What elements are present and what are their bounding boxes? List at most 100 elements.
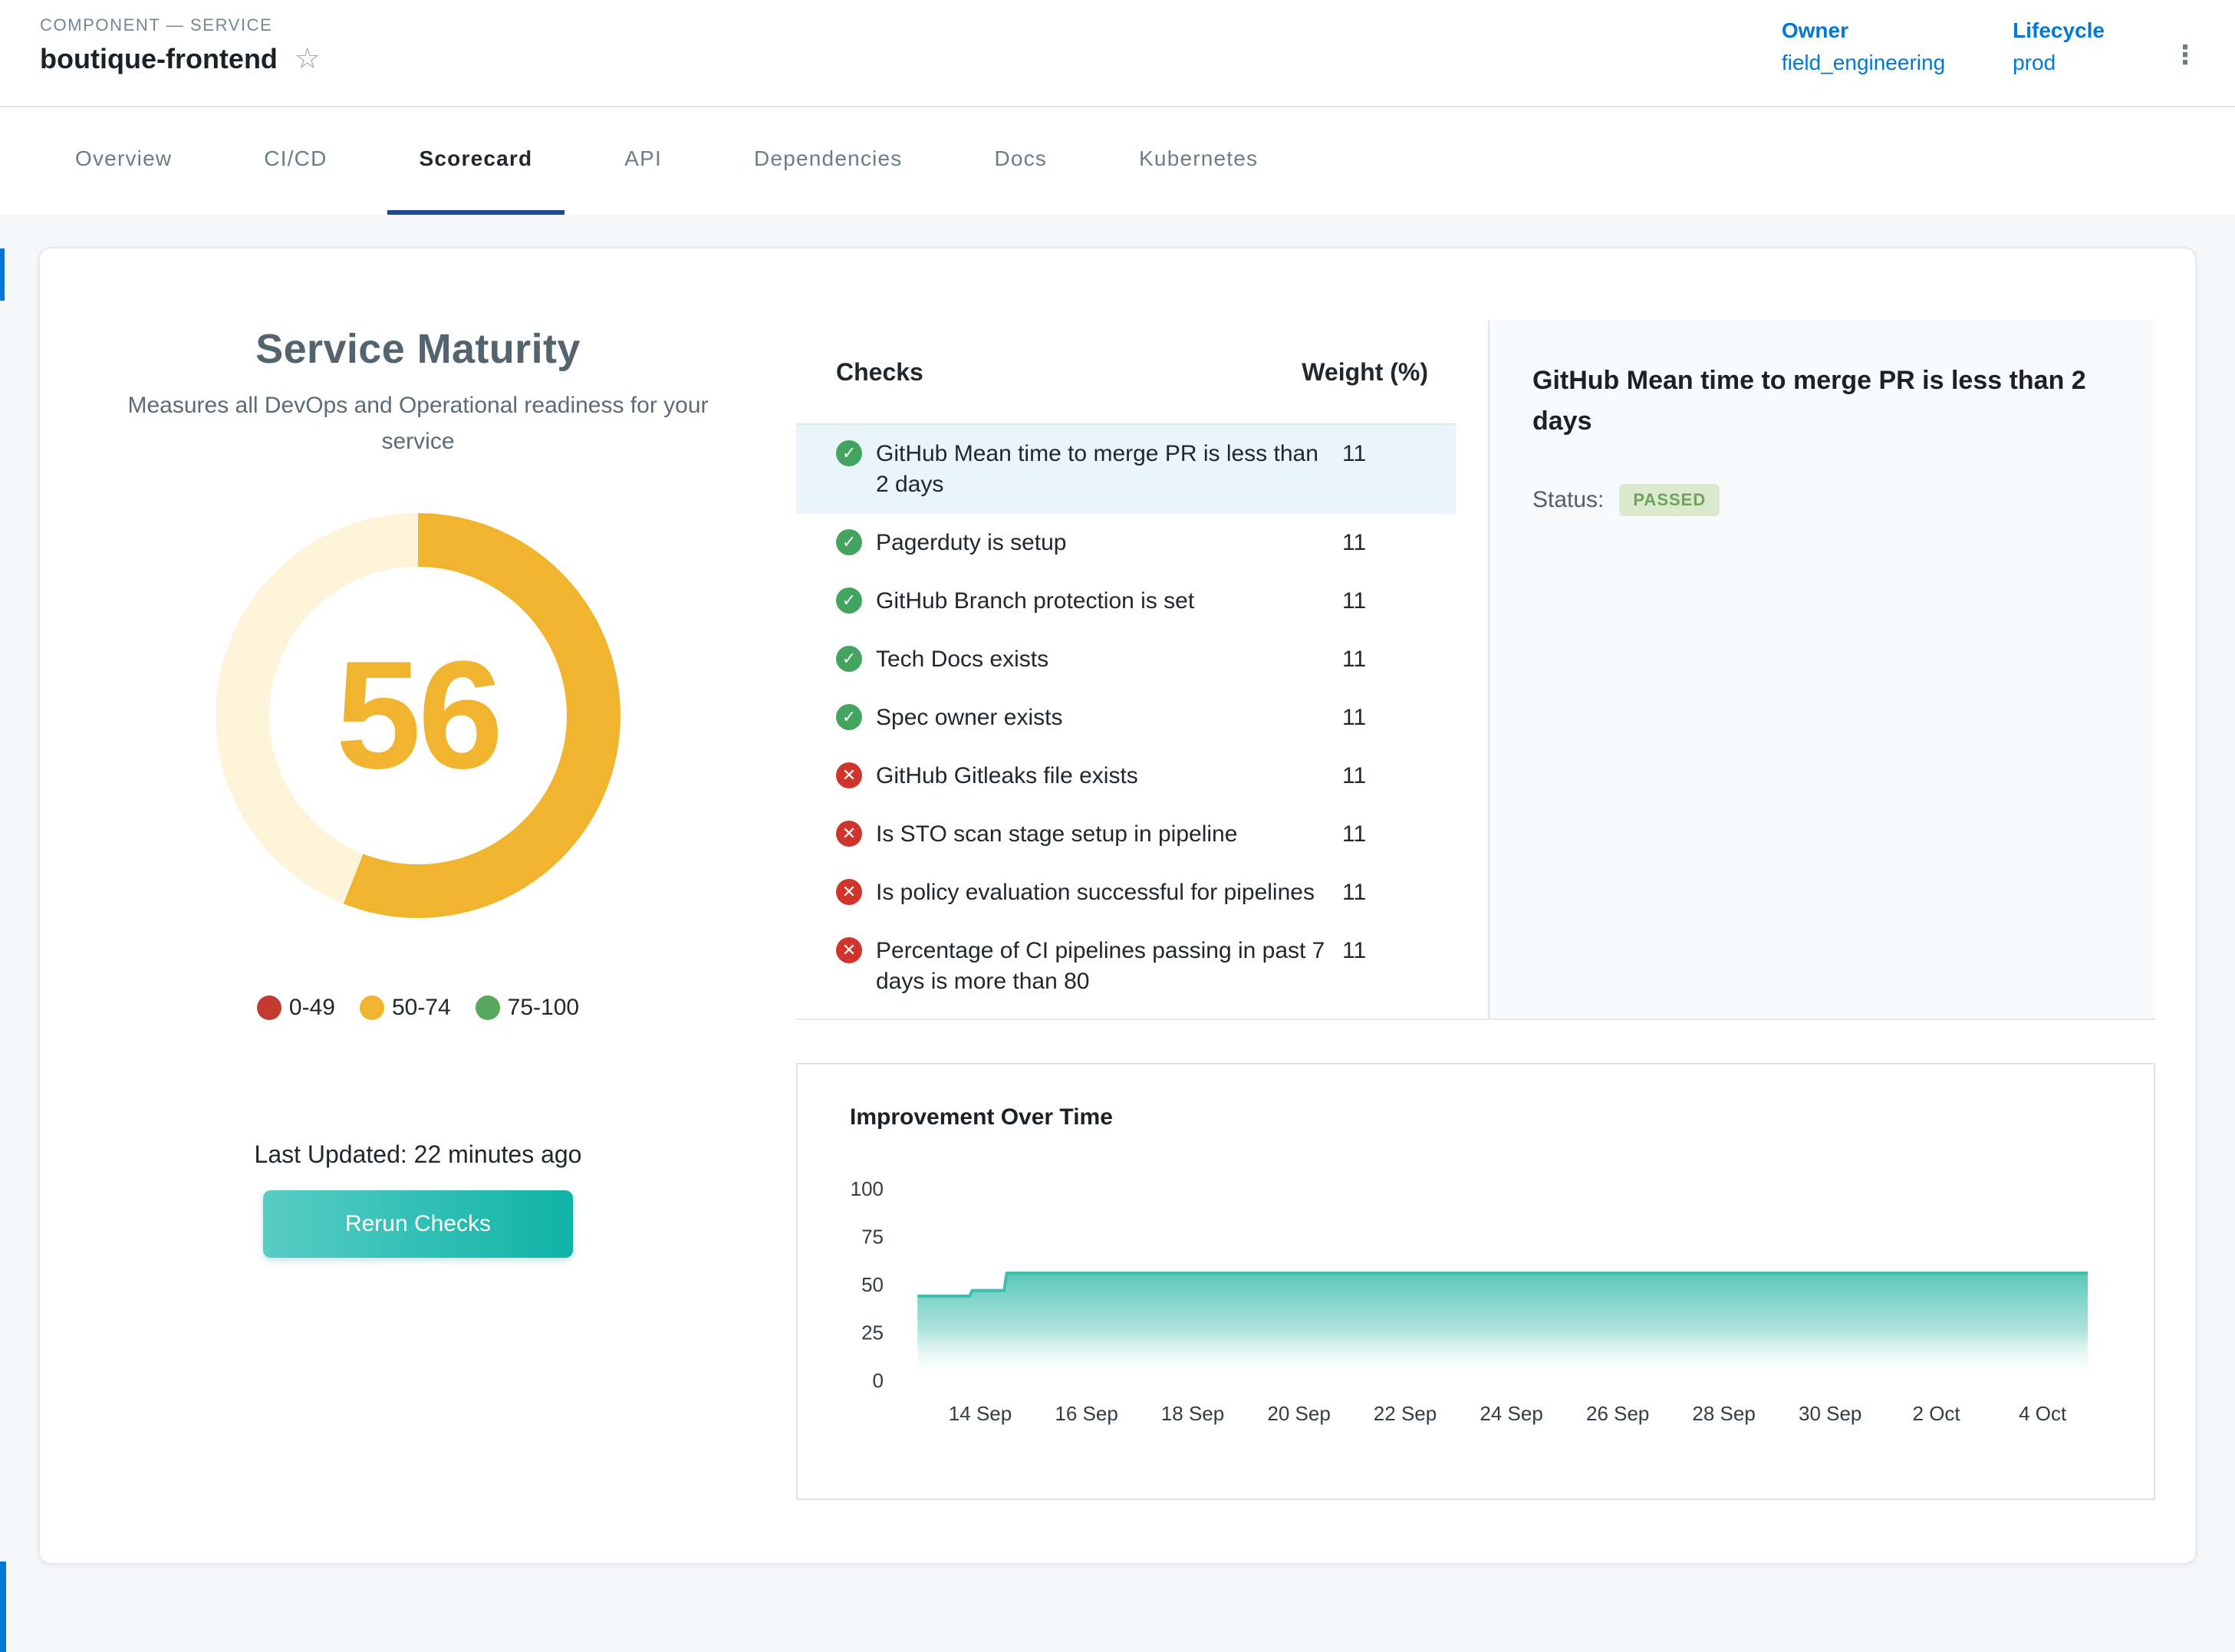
- last-updated-text: Last Updated: 22 minutes ago: [101, 1140, 735, 1169]
- page-header: COMPONENT — SERVICE boutique-frontend ☆ …: [0, 0, 2235, 107]
- check-row[interactable]: ✓ GitHub Branch protection is set 11: [796, 572, 1456, 630]
- checks-table: Checks Weight (%) ✓ GitHub Mean time to m…: [796, 321, 1456, 1019]
- checks-rows: ✓ GitHub Mean time to merge PR is less th…: [796, 425, 1456, 1011]
- check-passed-icon: ✓: [836, 440, 862, 466]
- check-label: Spec owner exists: [876, 703, 1062, 733]
- entity-kind-breadcrumb: COMPONENT — SERVICE: [40, 15, 321, 35]
- status-label: Status:: [1532, 487, 1604, 513]
- weight-column-header: Weight (%): [1275, 358, 1456, 387]
- tab-overview[interactable]: Overview: [43, 107, 204, 215]
- legend-label: 50-74: [392, 995, 451, 1021]
- lifecycle-value-link[interactable]: prod: [2013, 51, 2105, 75]
- check-label: Is STO scan stage setup in pipeline: [876, 819, 1237, 850]
- legend-item: 75-100: [476, 995, 579, 1021]
- chart-title: Improvement Over Time: [850, 1104, 2154, 1130]
- check-row[interactable]: ✓Spec owner exists11: [796, 689, 1456, 747]
- check-passed-icon: ✓: [836, 587, 862, 614]
- check-passed-icon: ✓: [836, 646, 862, 672]
- check-weight: 11: [1342, 819, 1456, 850]
- tab-scorecard[interactable]: Scorecard: [387, 107, 565, 215]
- x-axis-tick-label: 28 Sep: [1692, 1402, 1755, 1425]
- entity-heading: COMPONENT — SERVICE boutique-frontend ☆: [40, 15, 321, 106]
- maturity-score: 56: [336, 627, 500, 804]
- check-label: GitHub Mean time to merge PR is less tha…: [876, 439, 1327, 500]
- chart-area-fill: [917, 1273, 2088, 1381]
- x-axis-tick-label: 30 Sep: [1799, 1402, 1861, 1425]
- rerun-checks-button[interactable]: Rerun Checks: [263, 1190, 573, 1258]
- scorecard-page: Service Maturity Measures all DevOps and…: [0, 215, 2235, 1565]
- status-badge: PASSED: [1619, 484, 1720, 516]
- left-accent-bar: [0, 248, 5, 301]
- tab-ci-cd[interactable]: CI/CD: [232, 107, 359, 215]
- maturity-donut: 56: [216, 513, 620, 918]
- legend-label: 0-49: [289, 995, 335, 1021]
- y-axis-tick-label: 0: [873, 1369, 884, 1392]
- check-detail-title: GitHub Mean time to merge PR is less tha…: [1532, 360, 2112, 441]
- legend-item: 50-74: [360, 995, 451, 1021]
- tab-api[interactable]: API: [592, 107, 694, 215]
- check-row[interactable]: ✕GitHub Gitleaks file exists11: [796, 747, 1456, 805]
- checks-table-header: Checks Weight (%): [796, 321, 1456, 425]
- check-label: Tech Docs exists: [876, 644, 1048, 675]
- check-weight: 11: [1342, 439, 1456, 469]
- check-detail-panel: GitHub Mean time to merge PR is less tha…: [1488, 321, 2155, 1019]
- lifecycle-group: Lifecycle prod: [2013, 18, 2105, 75]
- check-weight: 11: [1342, 877, 1456, 908]
- check-weight: 11: [1342, 761, 1456, 791]
- improvement-over-time-chart: 0 25 50 75 100 14 Sep 16 Sep 18 Sep 20 Sep 22 Sep…: [798, 1149, 2154, 1456]
- check-row[interactable]: ✕ Is policy evaluation successful for pip…: [796, 864, 1456, 922]
- check-failed-icon: ✕: [836, 762, 862, 788]
- check-passed-icon: ✓: [836, 529, 862, 555]
- page-title: boutique-frontend: [40, 43, 278, 75]
- checks-column-header: Checks: [836, 358, 1275, 387]
- service-maturity-card: Service Maturity Measures all DevOps and…: [38, 247, 2197, 1565]
- tab-dependencies[interactable]: Dependencies: [722, 107, 934, 215]
- x-axis-tick-label: 16 Sep: [1055, 1402, 1118, 1425]
- maturity-summary: Service Maturity Measures all DevOps and…: [40, 248, 796, 1563]
- legend-label: 75-100: [508, 995, 579, 1021]
- legend-dot: [257, 995, 281, 1020]
- owner-label[interactable]: Owner: [1782, 18, 1945, 43]
- check-row[interactable]: ✓ Pagerduty is setup 11: [796, 514, 1456, 572]
- check-failed-icon: ✕: [836, 937, 862, 963]
- scorecard-subtitle: Measures all DevOps and Operational read…: [111, 388, 725, 459]
- y-axis-tick-label: 75: [861, 1226, 884, 1249]
- x-axis-tick-label: 20 Sep: [1267, 1402, 1330, 1425]
- tab-docs[interactable]: Docs: [962, 107, 1079, 215]
- x-axis-tick-label: 4 Oct: [2019, 1402, 2067, 1425]
- tab-kubernetes[interactable]: Kubernetes: [1107, 107, 1290, 215]
- legend-item: 0-49: [257, 995, 335, 1021]
- kebab-menu-icon[interactable]: ⋮: [2172, 40, 2198, 71]
- legend-dot: [360, 995, 384, 1020]
- y-axis-tick-label: 50: [861, 1273, 884, 1296]
- y-axis-tick-label: 25: [861, 1321, 884, 1344]
- check-failed-icon: ✕: [836, 821, 862, 847]
- lifecycle-label[interactable]: Lifecycle: [2013, 18, 2105, 43]
- check-label: Pagerduty is setup: [876, 528, 1066, 558]
- check-row[interactable]: ✓ Tech Docs exists 11: [796, 630, 1456, 689]
- x-axis-tick-label: 18 Sep: [1161, 1402, 1224, 1425]
- check-label: Percentage of CI pipelines passing in pa…: [876, 936, 1327, 997]
- legend-dot: [476, 995, 500, 1020]
- check-passed-icon: ✓: [836, 704, 862, 730]
- check-weight: 11: [1342, 644, 1456, 675]
- check-label: GitHub Branch protection is set: [876, 586, 1194, 617]
- check-failed-icon: ✕: [836, 879, 862, 905]
- favorite-star-icon[interactable]: ☆: [295, 44, 321, 74]
- x-axis-tick-label: 14 Sep: [949, 1402, 1012, 1425]
- scorecard-title: Service Maturity: [101, 325, 735, 373]
- x-axis-tick-label: 26 Sep: [1586, 1402, 1649, 1425]
- check-weight: 11: [1342, 586, 1456, 617]
- x-axis-tick-label: 22 Sep: [1374, 1402, 1437, 1425]
- check-row[interactable]: ✕ Is STO scan stage setup in pipeline 11: [796, 805, 1456, 864]
- check-label: Is policy evaluation successful for pipe…: [876, 877, 1315, 908]
- x-axis-tick-label: 2 Oct: [1913, 1402, 1961, 1425]
- entity-tabs: Overview CI/CD Scorecard API Dependencies Doc…: [0, 107, 2235, 215]
- owner-value-link[interactable]: field_engineering: [1782, 51, 1945, 75]
- owner-group: Owner field_engineering: [1782, 18, 1945, 75]
- scorecard-detail-area: Checks Weight (%) ✓ GitHub Mean time to m…: [796, 248, 2201, 1563]
- check-weight: 11: [1342, 528, 1456, 558]
- check-row[interactable]: ✓ GitHub Mean time to merge PR is less th…: [796, 425, 1456, 514]
- check-row[interactable]: ✕ Percentage of CI pipelines passing in p…: [796, 922, 1456, 1011]
- y-axis-tick-label: 100: [851, 1177, 884, 1200]
